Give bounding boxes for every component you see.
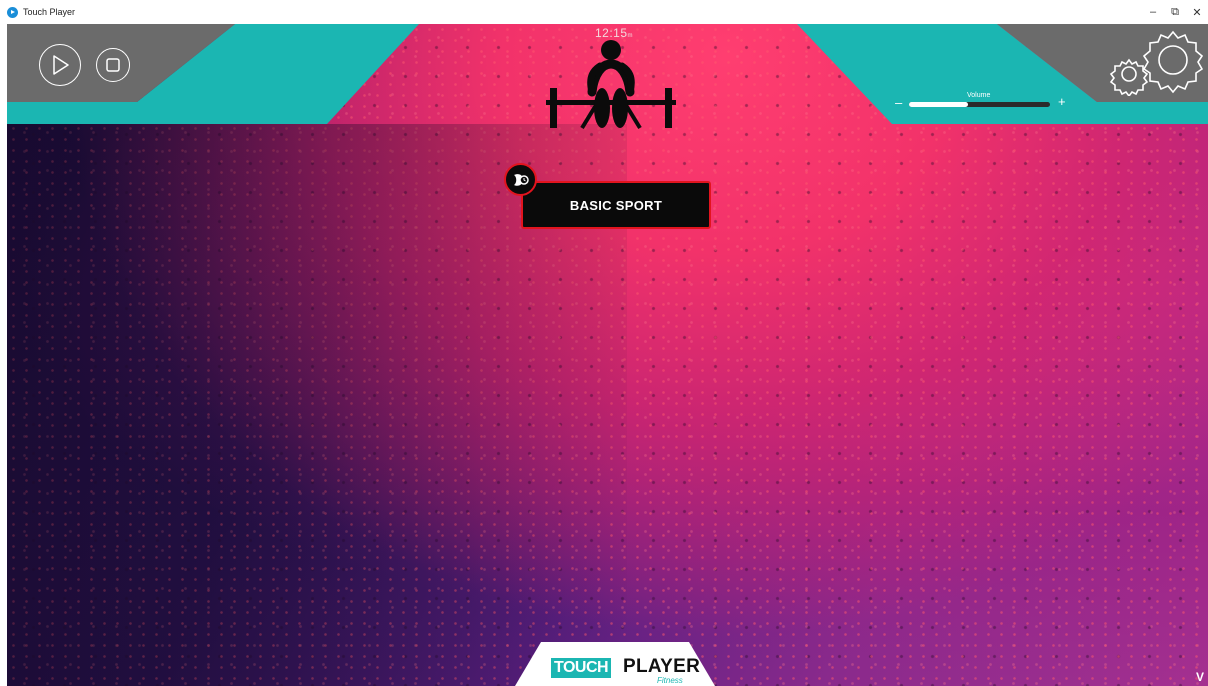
minimize-button[interactable]: – — [1142, 0, 1164, 24]
close-button[interactable]: ✕ — [1186, 0, 1208, 24]
timer-badge-icon — [504, 163, 537, 196]
logo-touch: TOUCH — [551, 658, 612, 678]
volume-fill — [909, 102, 969, 107]
window-title: Touch Player — [23, 7, 76, 17]
settings-gear-icon[interactable] — [1107, 26, 1203, 96]
volume-up-button[interactable]: + — [1058, 94, 1066, 109]
workout-button[interactable]: BASIC SPORT — [521, 181, 711, 229]
volume-slider[interactable] — [909, 102, 1050, 107]
logo-tagline: Fitness — [657, 676, 683, 685]
volume-down-button[interactable]: – — [895, 95, 902, 110]
window-titlebar: Touch Player – ⧉ ✕ — [0, 0, 1208, 24]
weightlifter-icon — [546, 40, 676, 130]
timer-glyph — [513, 173, 529, 186]
stop-button[interactable] — [96, 48, 130, 82]
play-button[interactable] — [39, 44, 81, 86]
volume-label: Volume — [967, 92, 991, 99]
workout-label: BASIC SPORT — [569, 197, 663, 213]
window-controls: – ⧉ ✕ — [1142, 0, 1208, 24]
app-canvas: 12:15m – Volume + BASIC SPORT TOUCH PLAY… — [7, 24, 1208, 686]
restore-button[interactable]: ⧉ — [1164, 0, 1186, 24]
corner-watermark-text: V — [1195, 670, 1204, 684]
stop-icon — [106, 58, 120, 72]
app-icon — [7, 6, 18, 18]
play-icon — [53, 55, 69, 75]
clock-time: 12:15 — [595, 26, 628, 40]
clock: 12:15m — [595, 26, 633, 40]
logo-player: PLAYER — [623, 656, 701, 677]
clock-suffix: m — [627, 33, 634, 39]
